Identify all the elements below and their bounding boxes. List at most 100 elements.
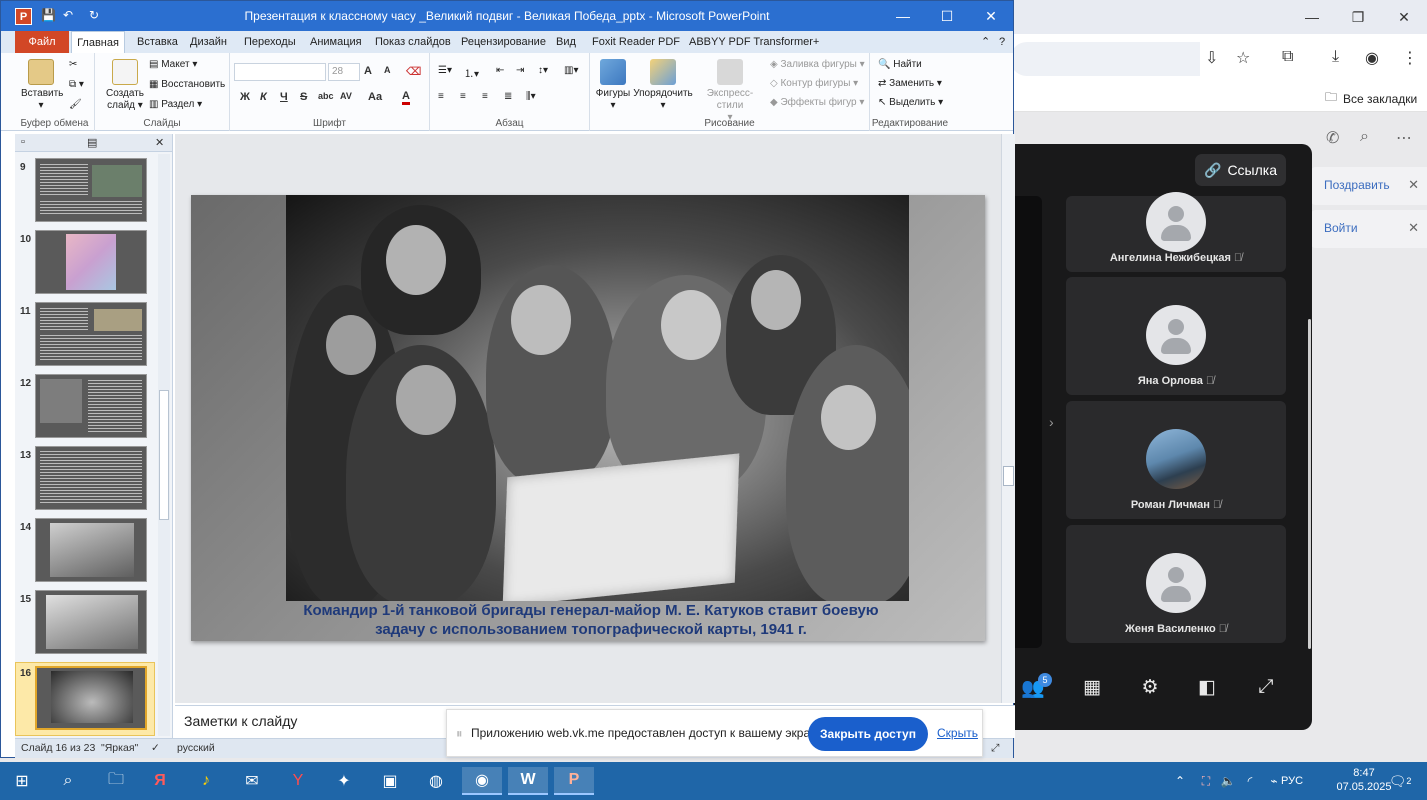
globe-icon[interactable]: ◍	[416, 767, 456, 795]
new-slide-button[interactable]: Создать слайд ▾	[103, 59, 147, 112]
fullscreen-icon[interactable]: ⤢	[1251, 676, 1281, 698]
find-button[interactable]: 🔍 Найти	[878, 59, 922, 70]
phone-icon[interactable]: ✆	[1326, 128, 1339, 148]
hide-banner-link[interactable]: Скрыть	[937, 726, 978, 740]
chrome-icon[interactable]: ◉	[462, 767, 502, 795]
yandex-browser-icon[interactable]: Y	[278, 767, 318, 795]
close-panel-icon[interactable]: ✕	[155, 136, 164, 149]
tab-animation[interactable]: Анимация	[310, 31, 362, 53]
extensions-icon[interactable]: ⧉	[1282, 48, 1293, 66]
clear-format-icon[interactable]: ⌫	[406, 65, 422, 78]
shape-fill-button[interactable]: ◈ Заливка фигуры ▾	[770, 59, 865, 70]
minimize-icon[interactable]: —	[881, 1, 925, 31]
picture-in-picture-icon[interactable]: ◧	[1192, 676, 1222, 699]
strike-button[interactable]: S	[300, 91, 307, 103]
login-link[interactable]: Войти	[1324, 221, 1358, 235]
copy-icon[interactable]: ⧉ ▾	[69, 79, 84, 90]
tab-view[interactable]: Вид	[556, 31, 576, 53]
format-painter-icon[interactable]: 🖌	[69, 99, 82, 110]
participant-tile[interactable]: Женя Василенко 🎙̸	[1066, 525, 1286, 643]
columns-icon[interactable]: ▥▾	[564, 65, 578, 76]
spacing-button[interactable]: AV	[340, 91, 352, 101]
shapes-button[interactable]: Фигуры ▾	[594, 59, 632, 112]
align-right-icon[interactable]: ≡	[482, 91, 488, 102]
close-icon[interactable]: ✕	[969, 1, 1013, 31]
browser-close-icon[interactable]: ✕	[1381, 0, 1427, 34]
font-color-button[interactable]: A	[402, 91, 410, 105]
profile-icon[interactable]: ◉	[1365, 48, 1379, 68]
section-button[interactable]: ▥ Раздел ▾	[149, 99, 202, 110]
reset-button[interactable]: ▦ Восстановить	[149, 79, 225, 90]
layout-button[interactable]: ▤ Макет ▾	[149, 59, 197, 70]
all-bookmarks[interactable]: 🗀 Все закладки	[1325, 88, 1417, 109]
drag-handle-icon[interactable]: ⏸	[456, 726, 463, 742]
slide-scrollbar[interactable]	[1001, 134, 1015, 703]
bullets-icon[interactable]: ☰▾	[438, 65, 452, 76]
menu-icon[interactable]: ⋮	[1402, 48, 1418, 68]
decrease-indent-icon[interactable]: ⇤	[496, 65, 504, 76]
increase-indent-icon[interactable]: ⇥	[516, 65, 524, 76]
install-app-icon[interactable]: ⇩	[1205, 48, 1218, 68]
slide-thumbnail[interactable]	[35, 302, 147, 366]
numbering-icon[interactable]: ⒈▾	[464, 65, 479, 80]
grid-layout-icon[interactable]: ▦	[1077, 676, 1107, 699]
word-icon[interactable]: W	[508, 767, 548, 795]
bold-button[interactable]: Ж	[240, 91, 250, 103]
congratulate-card[interactable]: Поздравить ✕	[1310, 167, 1427, 205]
chevron-right-icon[interactable]: ›	[1049, 414, 1054, 430]
store-icon[interactable]: ▣	[370, 767, 410, 795]
quick-styles-button[interactable]: Экспресс-стили ▾	[694, 59, 766, 124]
file-explorer-icon[interactable]: 🗀	[96, 767, 136, 795]
tab-insert[interactable]: Вставка	[137, 31, 178, 53]
thumbnails-scrollbar[interactable]	[158, 154, 170, 736]
search-icon[interactable]: ⌕	[1360, 128, 1369, 146]
input-language[interactable]: РУС	[1274, 767, 1310, 795]
slides-view-icon[interactable]: ▫	[21, 136, 25, 148]
columns-split-icon[interactable]: ⫼▾	[526, 91, 536, 102]
maximize-icon[interactable]: ☐	[925, 1, 969, 31]
shape-outline-button[interactable]: ◇ Контур фигуры ▾	[770, 78, 858, 89]
download-icon[interactable]: ⤓	[1332, 48, 1339, 66]
tab-file[interactable]: Файл	[15, 31, 69, 53]
shape-effects-button[interactable]: ◆ Эффекты фигур ▾	[770, 97, 864, 108]
app-icon[interactable]: ✦	[324, 767, 364, 795]
language[interactable]: русский	[177, 742, 215, 754]
tab-slideshow[interactable]: Показ слайдов	[375, 31, 451, 53]
browser-minimize-icon[interactable]: —	[1289, 0, 1335, 34]
slide-thumbnail[interactable]	[35, 446, 147, 510]
powerpoint-icon[interactable]: P	[554, 767, 594, 795]
slide-photo[interactable]	[286, 195, 909, 601]
change-case-button[interactable]: Aa	[368, 91, 382, 103]
slide-canvas[interactable]: Командир 1-й танковой бригады генерал-ма…	[191, 195, 985, 641]
italic-button[interactable]: К	[260, 91, 267, 103]
participant-tile[interactable]: Ангелина Нежибецкая 🎙̸	[1066, 192, 1286, 272]
participants-button[interactable]: 👥 5	[1018, 673, 1052, 700]
justify-icon[interactable]: ≣	[504, 91, 512, 102]
congratulate-link[interactable]: Поздравить	[1324, 178, 1390, 192]
slide-thumbnail[interactable]	[35, 590, 147, 654]
ribbon-collapse-icon[interactable]: ⌃	[981, 31, 990, 53]
copy-link-button[interactable]: 🔗 Ссылка	[1195, 154, 1286, 186]
slide-thumbnail[interactable]	[35, 230, 147, 294]
tab-review[interactable]: Рецензирование	[461, 31, 546, 53]
tab-abbyy[interactable]: ABBYY PDF Transformer+	[689, 31, 819, 53]
shrink-font-button[interactable]: A	[384, 65, 391, 75]
browser-restore-icon[interactable]: ❐	[1335, 0, 1381, 34]
grow-font-button[interactable]: A	[364, 65, 372, 77]
yandex-music-icon[interactable]: ♪	[186, 767, 226, 795]
align-center-icon[interactable]: ≡	[460, 91, 466, 102]
replace-button[interactable]: ⇄ Заменить ▾	[878, 78, 942, 89]
shadow-button[interactable]: abc	[318, 91, 334, 101]
login-card[interactable]: Войти ✕	[1310, 210, 1427, 248]
slide-caption[interactable]: Командир 1-й танковой бригады генерал-ма…	[261, 601, 921, 639]
tab-home[interactable]: Главная	[71, 31, 125, 53]
font-size-select[interactable]: 28	[328, 63, 360, 81]
slide-thumbnail[interactable]	[35, 374, 147, 438]
tab-foxit[interactable]: Foxit Reader PDF	[592, 31, 680, 53]
slide-thumbnail[interactable]	[35, 518, 147, 582]
tab-transitions[interactable]: Переходы	[244, 31, 296, 53]
spellcheck-icon[interactable]: ✓	[151, 742, 160, 754]
windows-start-icon[interactable]: ⊞	[2, 767, 42, 795]
scroll-thumb[interactable]	[159, 390, 169, 520]
select-button[interactable]: ↖ Выделить ▾	[878, 97, 943, 108]
